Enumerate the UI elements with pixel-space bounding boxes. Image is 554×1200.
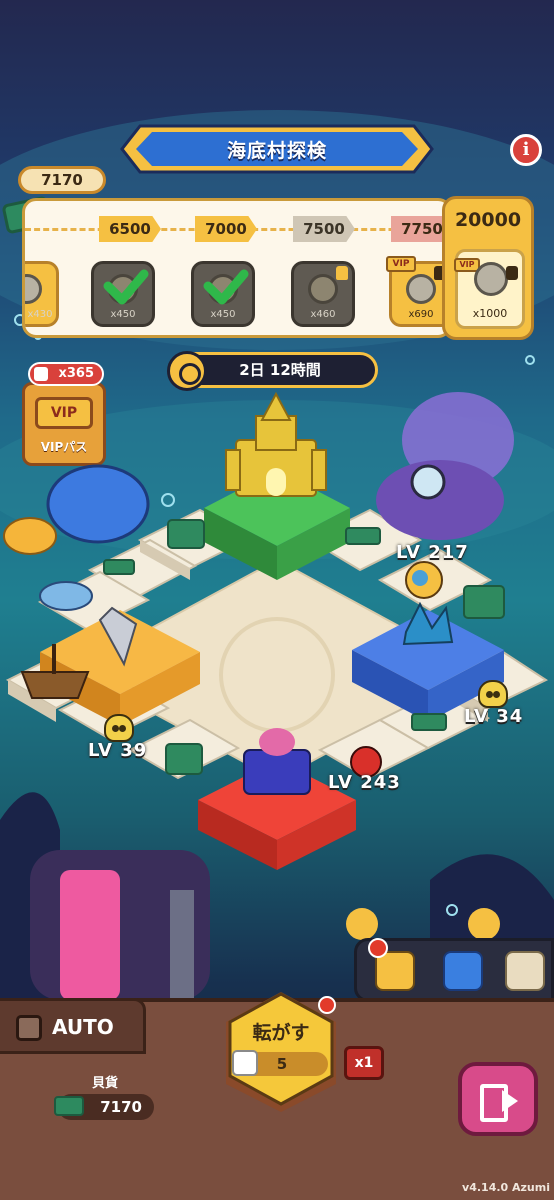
skull-icon bbox=[478, 680, 508, 708]
version-text: v4.14.0 Azumi bbox=[462, 1181, 550, 1194]
level-label: LV 243 bbox=[328, 772, 401, 793]
checkmark-icon bbox=[203, 269, 249, 305]
coin-icon bbox=[25, 274, 42, 304]
skull-icon bbox=[104, 714, 134, 742]
notification-dot bbox=[318, 996, 336, 1014]
dice-icon bbox=[232, 1050, 258, 1076]
vip-tag: VIP bbox=[386, 256, 416, 272]
notification-dot bbox=[368, 938, 388, 958]
reward-qty: x450 bbox=[210, 309, 236, 320]
milestone-7500: 7500 bbox=[293, 216, 355, 242]
lock-icon bbox=[336, 266, 348, 280]
event-title-banner: 海底村探検 bbox=[120, 118, 434, 180]
level-label: LV 34 bbox=[464, 706, 524, 727]
final-reward-slot[interactable]: VIP x1000 bbox=[454, 249, 525, 329]
reward-slot-partial[interactable]: x430 bbox=[25, 261, 59, 327]
cash-icon bbox=[54, 1096, 84, 1116]
reward-slot-6500[interactable]: x450 bbox=[91, 261, 155, 327]
auto-label: AUTO bbox=[52, 1015, 114, 1039]
checkmark-icon bbox=[103, 269, 149, 305]
level-label: LV 217 bbox=[396, 542, 469, 563]
info-icon[interactable]: i bbox=[510, 134, 542, 166]
auto-checkbox[interactable] bbox=[16, 1015, 42, 1041]
scroll-icon[interactable] bbox=[505, 951, 545, 991]
auto-toggle[interactable]: AUTO bbox=[0, 998, 146, 1054]
coin-icon bbox=[474, 262, 508, 296]
reward-qty: x460 bbox=[310, 309, 336, 320]
multiplier-button[interactable]: x1 bbox=[344, 1046, 384, 1080]
level-label: LV 39 bbox=[88, 740, 148, 761]
dice-remaining: 5 bbox=[232, 1050, 328, 1076]
game-board: LV 217 LV 34 LV 39 LV 243 bbox=[0, 380, 554, 880]
currency-value: 7170 bbox=[100, 1098, 142, 1116]
final-milestone: 20000 bbox=[454, 209, 522, 231]
page-title: 海底村探検 bbox=[226, 140, 327, 162]
final-reward-box[interactable]: 20000 VIP x1000 bbox=[442, 196, 534, 340]
reward-qty: x430 bbox=[27, 309, 53, 320]
lock-icon bbox=[506, 266, 518, 280]
milestone-7000: 7000 bbox=[195, 216, 257, 242]
milestone-track[interactable]: 6500 7000 7500 7750 x430 x450 x450 x460 bbox=[22, 198, 452, 338]
currency-display: 7170 bbox=[54, 1094, 154, 1120]
board-tiles bbox=[3, 391, 549, 870]
dice-icon bbox=[34, 367, 48, 381]
gift-icon[interactable] bbox=[443, 951, 483, 991]
milestone-6500: 6500 bbox=[99, 216, 161, 242]
dice-remaining-value: 5 bbox=[276, 1055, 288, 1073]
dice-count: x365 bbox=[58, 366, 94, 381]
coin-icon bbox=[308, 274, 338, 304]
coin-icon bbox=[406, 274, 436, 304]
currency-label: 貝貨 bbox=[92, 1076, 119, 1091]
exit-icon[interactable] bbox=[458, 1062, 538, 1136]
reward-slot-7500[interactable]: x460 bbox=[291, 261, 355, 327]
reward-qty: x450 bbox=[110, 309, 136, 320]
game-screen: 海底村探検 i 7170 6500 7000 7500 7750 x430 x4… bbox=[0, 0, 554, 1200]
event-points: 7170 bbox=[18, 166, 106, 194]
reward-qty: x1000 bbox=[472, 307, 508, 320]
roll-label: 転がす bbox=[252, 1022, 310, 1044]
reward-slot-7000[interactable]: x450 bbox=[191, 261, 255, 327]
